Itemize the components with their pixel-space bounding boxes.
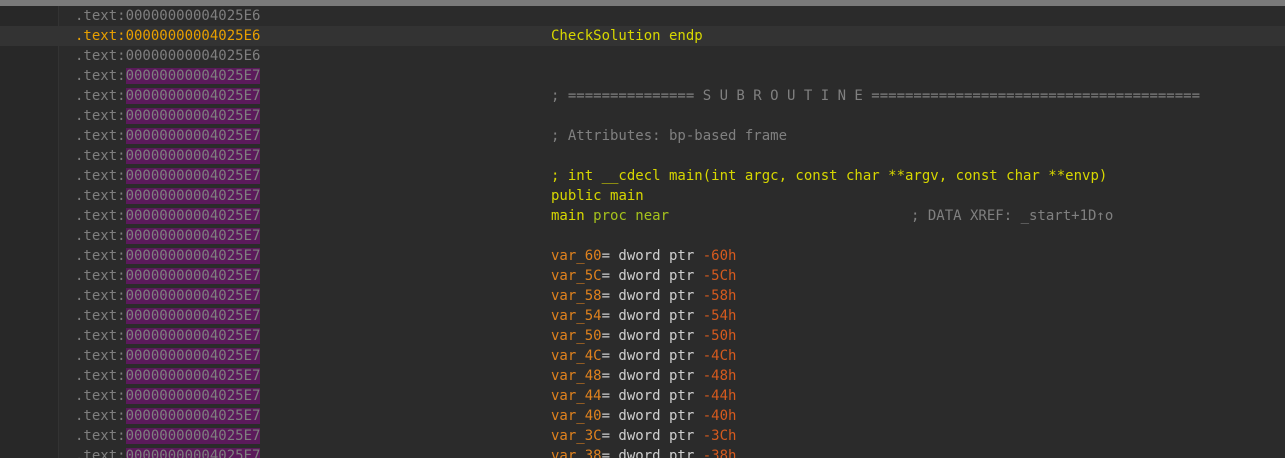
line-address: .text:00000000004025E7 — [75, 446, 261, 458]
listing-line[interactable]: .text:00000000004025E7 main proc near ; … — [0, 206, 1285, 226]
stack-var-type: = dword ptr — [601, 268, 703, 284]
line-address: .text:00000000004025E7 — [75, 268, 261, 284]
listing-line[interactable]: .text:00000000004025E7 ; int __cdecl mai… — [0, 166, 1285, 186]
line-address: .text:00000000004025E7 — [75, 368, 261, 384]
line-address: .text:00000000004025E7 — [75, 388, 261, 404]
proc-declaration[interactable]: main proc near — [551, 206, 669, 226]
stack-var-offset: -50h — [702, 328, 737, 344]
stack-var-line[interactable]: .text:00000000004025E7 var_58= dword ptr… — [0, 286, 1285, 306]
stack-var-name[interactable]: var_50 — [551, 328, 602, 344]
stack-var-offset: -54h — [702, 308, 737, 324]
line-address: .text:00000000004025E7 — [75, 128, 261, 144]
stack-var-name[interactable]: var_5C — [551, 268, 602, 284]
endp-directive[interactable]: CheckSolution endp — [551, 26, 703, 46]
stack-var-type: = dword ptr — [601, 328, 703, 344]
stack-var-type: = dword ptr — [601, 428, 703, 444]
line-address: .text:00000000004025E7 — [75, 328, 261, 344]
stack-var-line[interactable]: .text:00000000004025E7 var_50= dword ptr… — [0, 326, 1285, 346]
function-name[interactable]: main — [610, 188, 644, 204]
data-xref-comment[interactable]: ; DATA XREF: _start+1D↑o — [911, 206, 1113, 226]
line-address: .text:00000000004025E7 — [75, 168, 261, 184]
stack-var-type: = dword ptr — [601, 308, 703, 324]
listing-line-current[interactable]: .text:00000000004025E6 CheckSolution end… — [0, 26, 1285, 46]
listing-line[interactable]: .text:00000000004025E7 — [0, 106, 1285, 126]
stack-var-offset: -44h — [702, 388, 737, 404]
line-address: .text:00000000004025E6 — [75, 8, 261, 24]
stack-var-offset: -5Ch — [702, 268, 737, 284]
stack-var-name[interactable]: var_3C — [551, 428, 602, 444]
function-name[interactable]: main — [551, 208, 585, 224]
listing-line[interactable]: .text:00000000004025E7 public main — [0, 186, 1285, 206]
subroutine-separator: ; =============== S U B R O U T I N E ==… — [551, 88, 1201, 104]
line-address: .text:00000000004025E7 — [75, 228, 261, 244]
line-address: .text:00000000004025E7 — [75, 248, 261, 264]
stack-var-offset: -58h — [702, 288, 737, 304]
listing-line[interactable]: .text:00000000004025E7 ; Attributes: bp-… — [0, 126, 1285, 146]
line-address: .text:00000000004025E7 — [75, 288, 261, 304]
stack-var-name[interactable]: var_38 — [551, 448, 602, 458]
stack-var-offset: -4Ch — [702, 348, 737, 364]
line-address: .text:00000000004025E7 — [75, 108, 261, 124]
stack-var-offset: -60h — [702, 248, 737, 264]
stack-var-offset: -40h — [702, 408, 737, 424]
stack-var-type: = dword ptr — [601, 448, 703, 458]
stack-var-offset: -38h — [702, 448, 737, 458]
stack-var-line[interactable]: .text:00000000004025E7 var_4C= dword ptr… — [0, 346, 1285, 366]
attributes-comment: ; Attributes: bp-based frame — [551, 128, 788, 144]
line-address: .text:00000000004025E7 — [75, 348, 261, 364]
stack-var-type: = dword ptr — [601, 368, 703, 384]
stack-var-offset: -48h — [702, 368, 737, 384]
stack-var-line[interactable]: .text:00000000004025E7 var_44= dword ptr… — [0, 386, 1285, 406]
stack-var-line[interactable]: .text:00000000004025E7 var_40= dword ptr… — [0, 406, 1285, 426]
listing-line[interactable]: .text:00000000004025E7 — [0, 146, 1285, 166]
stack-var-name[interactable]: var_54 — [551, 308, 602, 324]
stack-var-name[interactable]: var_58 — [551, 288, 602, 304]
stack-var-name[interactable]: var_4C — [551, 348, 602, 364]
stack-var-line[interactable]: .text:00000000004025E7 var_38= dword ptr… — [0, 446, 1285, 458]
line-address: .text:00000000004025E6 — [75, 48, 261, 64]
stack-var-line[interactable]: .text:00000000004025E7 var_60= dword ptr… — [0, 246, 1285, 266]
line-address: .text:00000000004025E7 — [75, 68, 261, 84]
listing-line[interactable]: .text:00000000004025E6 — [0, 6, 1285, 26]
proc-keyword: proc near — [593, 208, 670, 224]
stack-var-type: = dword ptr — [601, 408, 703, 424]
disassembly-listing: .text:00000000004025E6 .text:00000000004… — [0, 6, 1285, 458]
stack-var-name[interactable]: var_48 — [551, 368, 602, 384]
stack-var-name[interactable]: var_40 — [551, 408, 602, 424]
line-address: .text:00000000004025E6 — [75, 28, 261, 44]
disassembly-view: .text:00000000004025E6 .text:00000000004… — [0, 0, 1285, 458]
line-address: .text:00000000004025E7 — [75, 188, 261, 204]
line-address: .text:00000000004025E7 — [75, 408, 261, 424]
stack-var-line[interactable]: .text:00000000004025E7 var_54= dword ptr… — [0, 306, 1285, 326]
public-declaration[interactable]: public main — [551, 186, 644, 206]
line-address: .text:00000000004025E7 — [75, 208, 261, 224]
stack-var-offset: -3Ch — [702, 428, 737, 444]
stack-var-line[interactable]: .text:00000000004025E7 var_5C= dword ptr… — [0, 266, 1285, 286]
listing-line[interactable]: .text:00000000004025E7 ; ===============… — [0, 86, 1285, 106]
stack-var-line[interactable]: .text:00000000004025E7 var_3C= dword ptr… — [0, 426, 1285, 446]
function-prototype[interactable]: ; int __cdecl main(int argc, const char … — [551, 166, 1107, 186]
stack-var-type: = dword ptr — [601, 248, 703, 264]
stack-var-type: = dword ptr — [601, 348, 703, 364]
stack-var-name[interactable]: var_44 — [551, 388, 602, 404]
listing-line[interactable]: .text:00000000004025E6 — [0, 46, 1285, 66]
listing-line[interactable]: .text:00000000004025E7 — [0, 226, 1285, 246]
line-address: .text:00000000004025E7 — [75, 88, 261, 104]
line-address: .text:00000000004025E7 — [75, 308, 261, 324]
line-address: .text:00000000004025E7 — [75, 148, 261, 164]
stack-var-type: = dword ptr — [601, 288, 703, 304]
public-keyword: public — [551, 188, 602, 204]
listing-line[interactable]: .text:00000000004025E7 — [0, 66, 1285, 86]
stack-var-type: = dword ptr — [601, 388, 703, 404]
stack-var-line[interactable]: .text:00000000004025E7 var_48= dword ptr… — [0, 366, 1285, 386]
stack-var-name[interactable]: var_60 — [551, 248, 602, 264]
line-address: .text:00000000004025E7 — [75, 428, 261, 444]
